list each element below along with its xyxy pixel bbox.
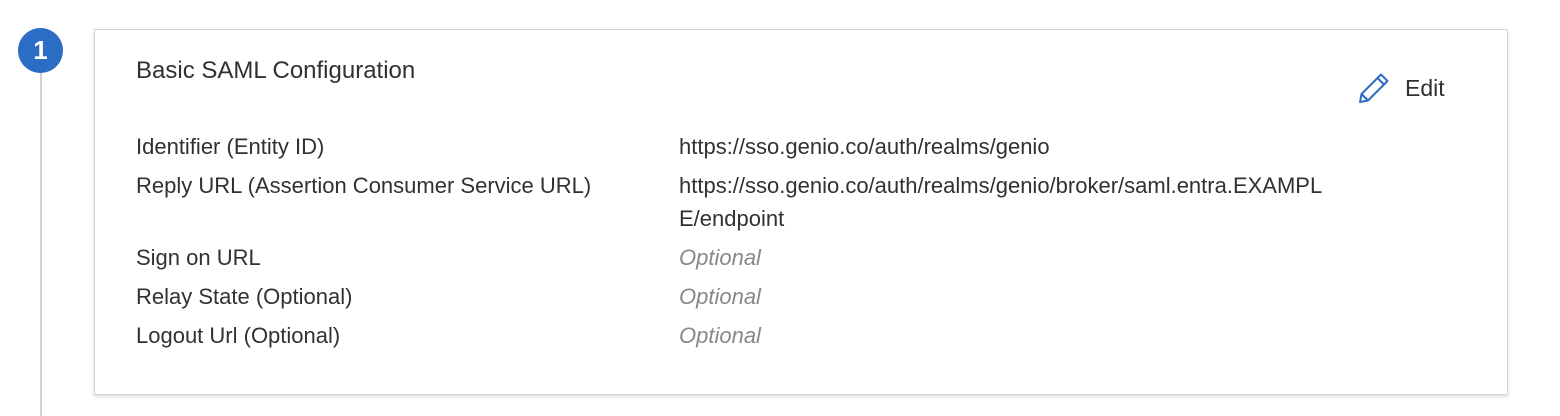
pencil-icon <box>1357 71 1391 105</box>
field-label: Identifier (Entity ID) <box>136 134 325 159</box>
saml-config-page: 1 Basic SAML Configuration Edit Identifi… <box>0 0 1560 416</box>
edit-label: Edit <box>1405 74 1445 101</box>
field-row-logout-url: Logout Url (Optional) Optional <box>136 319 1466 352</box>
field-row-identifier: Identifier (Entity ID) https://sso.genio… <box>136 130 1466 163</box>
section-title: Basic SAML Configuration <box>136 57 416 84</box>
field-label: Logout Url (Optional) <box>136 323 341 348</box>
field-value: https://sso.genio.co/auth/realms/genio <box>679 134 1050 159</box>
step-connector-line <box>40 60 42 416</box>
field-list: Identifier (Entity ID) https://sso.genio… <box>136 130 1466 358</box>
field-row-relay-state: Relay State (Optional) Optional <box>136 280 1466 313</box>
field-value: https://sso.genio.co/auth/realms/genio/b… <box>679 173 1323 231</box>
field-value-placeholder: Optional <box>679 284 761 309</box>
field-label: Relay State (Optional) <box>136 284 353 309</box>
field-value-placeholder: Optional <box>679 323 761 348</box>
field-row-reply-url: Reply URL (Assertion Consumer Service UR… <box>136 169 1466 235</box>
field-row-sign-on-url: Sign on URL Optional <box>136 241 1466 274</box>
step-number-badge: 1 <box>18 28 63 73</box>
field-label: Reply URL (Assertion Consumer Service UR… <box>136 173 592 198</box>
field-value-placeholder: Optional <box>679 245 761 270</box>
basic-saml-configuration-card: Basic SAML Configuration Edit Identifier… <box>94 29 1508 395</box>
field-label: Sign on URL <box>136 245 261 270</box>
edit-button[interactable]: Edit <box>1357 70 1445 106</box>
